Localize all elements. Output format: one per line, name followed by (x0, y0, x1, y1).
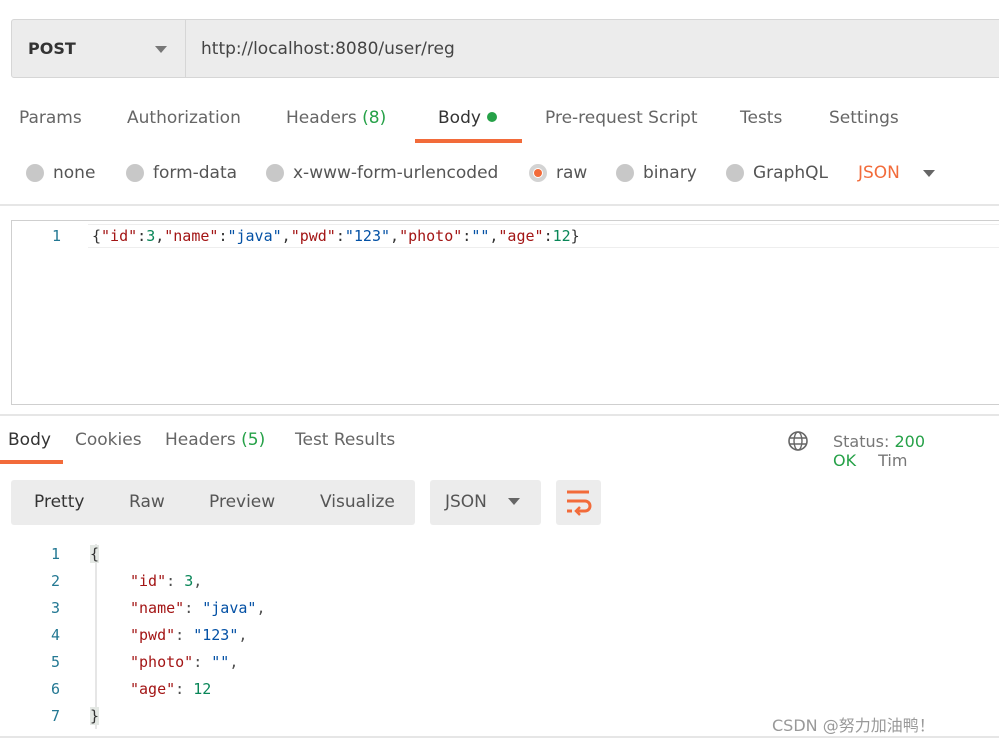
radio-label: raw (556, 163, 588, 183)
response-tab-headers[interactable]: Headers (5) (165, 430, 265, 450)
divider (0, 204, 999, 206)
status-label: Status: (833, 432, 890, 451)
radio-graphql[interactable]: GraphQL (726, 163, 828, 183)
tab-params[interactable]: Params (19, 108, 82, 128)
url-bar: POST http://localhost:8080/user/reg (11, 19, 999, 78)
radio-urlencoded[interactable]: x-www-form-urlencoded (266, 163, 498, 183)
method-label: POST (28, 39, 76, 58)
radio-icon (26, 164, 44, 182)
modified-dot-icon (486, 112, 497, 122)
radio-raw[interactable]: raw (529, 163, 587, 183)
radio-icon (726, 164, 744, 182)
format-label: JSON (858, 163, 900, 183)
line-number: 7 (50, 707, 60, 725)
code-line: "age": 12 (130, 680, 212, 698)
line-number: 6 (50, 680, 60, 698)
tab-label: Headers (165, 430, 236, 450)
radio-form-data[interactable]: form-data (126, 163, 237, 183)
tab-tests[interactable]: Tests (740, 108, 782, 128)
radio-icon (266, 164, 284, 182)
radio-binary[interactable]: binary (616, 163, 697, 183)
chevron-down-icon (508, 498, 520, 505)
body-format-select[interactable]: JSON (858, 163, 935, 183)
headers-count: (5) (241, 430, 266, 450)
response-tab-body[interactable]: Body (8, 430, 51, 450)
tab-headers[interactable]: Headers (8) (286, 108, 386, 128)
request-body-editor[interactable]: 1 {"id":3,"name":"java","pwd":"123","pho… (11, 220, 999, 405)
code-line: "name": "java", (130, 599, 266, 617)
close-brace: } (90, 707, 100, 725)
tab-label: Headers (286, 108, 357, 128)
value: "" (211, 653, 230, 671)
radio-icon (616, 164, 634, 182)
tab-pre-request-script[interactable]: Pre-request Script (545, 108, 698, 128)
line-number: 3 (50, 599, 60, 617)
view-preview[interactable]: Preview (209, 492, 275, 512)
value: 12 (193, 680, 212, 698)
view-pretty[interactable]: Pretty (34, 492, 84, 512)
chevron-down-icon (155, 46, 167, 53)
code-line: "id": 3, (130, 572, 203, 590)
watermark: CSDN @努力加油鸭！ (772, 716, 935, 735)
code-line: "pwd": "123", (130, 626, 248, 644)
tab-label: Body (438, 108, 481, 128)
line-number: 5 (50, 653, 60, 671)
value: "java" (202, 599, 257, 617)
divider (0, 414, 999, 416)
chevron-down-icon (922, 169, 935, 177)
response-format-label: JSON (445, 492, 487, 512)
headers-count: (8) (362, 108, 387, 128)
response-status: Status: 200 OK Tim (833, 432, 999, 470)
method-select[interactable]: POST (12, 20, 186, 77)
radio-label: x-www-form-urlencoded (293, 163, 499, 183)
response-body-viewer[interactable]: 1 2 3 4 5 6 7 { "id": 3, "name": "java",… (0, 540, 999, 730)
radio-selected-icon (529, 164, 547, 182)
view-visualize[interactable]: Visualize (320, 492, 395, 512)
radio-label: GraphQL (753, 163, 828, 183)
globe-icon[interactable] (787, 430, 809, 452)
radio-icon (126, 164, 144, 182)
value: 3 (184, 572, 194, 590)
wrap-lines-icon (567, 490, 592, 516)
indent-guide (95, 544, 97, 729)
radio-label: form-data (153, 163, 238, 183)
time-label: Tim (878, 451, 908, 470)
line-number: 1 (52, 227, 62, 245)
tab-body[interactable]: Body (438, 108, 497, 128)
radio-label: binary (643, 163, 697, 183)
tab-settings[interactable]: Settings (829, 108, 899, 128)
request-body-text: {"id":3,"name":"java","pwd":"123","photo… (92, 227, 580, 245)
response-tab-test-results[interactable]: Test Results (295, 430, 395, 450)
view-raw[interactable]: Raw (129, 492, 165, 512)
response-tab-cookies[interactable]: Cookies (75, 430, 142, 450)
code-line: "photo": "", (130, 653, 239, 671)
line-number: 4 (50, 626, 60, 644)
radio-none[interactable]: none (26, 163, 95, 183)
value: "123" (193, 626, 239, 644)
active-tab-underline (415, 139, 522, 143)
active-tab-underline (0, 460, 63, 464)
divider (0, 736, 999, 738)
tab-authorization[interactable]: Authorization (127, 108, 241, 128)
radio-label: none (53, 163, 96, 183)
line-number: 2 (50, 572, 60, 590)
open-brace: { (90, 545, 100, 563)
url-input[interactable]: http://localhost:8080/user/reg (186, 20, 455, 77)
line-number: 1 (50, 545, 60, 563)
